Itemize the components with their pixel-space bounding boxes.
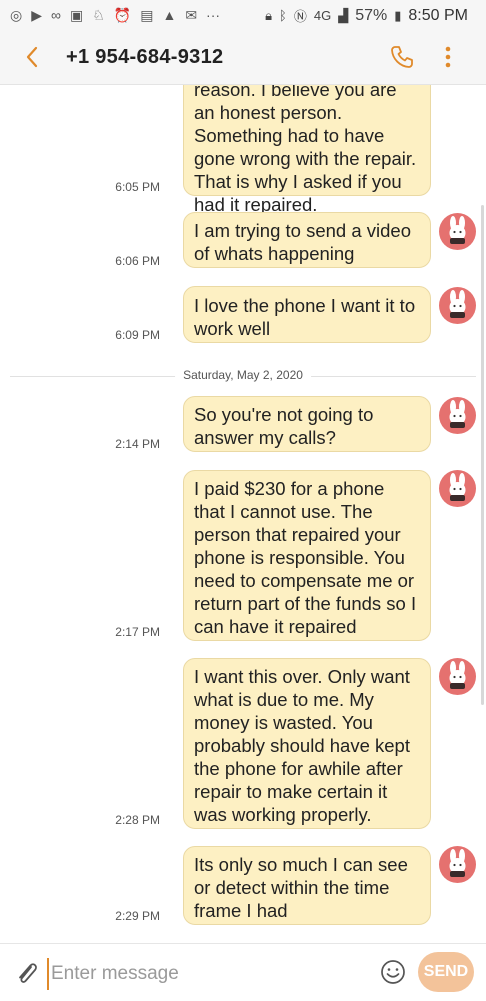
more-options-button[interactable] (440, 43, 456, 71)
message-timestamp: 6:06 PM (115, 254, 160, 268)
message-text: I love the phone I want it to work well (194, 295, 421, 339)
smiley-icon (381, 960, 405, 984)
scrollbar[interactable] (481, 205, 484, 705)
message-text: Its only so much I can see or detect wit… (194, 854, 414, 921)
bunny-avatar-icon (449, 400, 466, 428)
message-timestamp: 2:14 PM (115, 437, 160, 451)
chat-icon: ▣ (69, 7, 84, 23)
voicemail-icon: ∞ (51, 7, 61, 23)
message-bubble[interactable]: I paid $230 for a phone that I cannot us… (183, 470, 431, 641)
avatar[interactable] (439, 397, 476, 434)
conversation-header: +1 954-684-9312 (0, 32, 486, 85)
more-vert-icon (445, 46, 451, 68)
message-timestamp: 6:05 PM (115, 180, 160, 194)
avatar[interactable] (439, 287, 476, 324)
contact-title: +1 954-684-9312 (66, 46, 224, 68)
network-type: 4G (313, 8, 332, 23)
message-bubble[interactable]: reason. I believe you are an honest pers… (183, 85, 431, 215)
youtube-icon: ▶ (31, 7, 42, 23)
battery-icon: ▮ (394, 7, 402, 23)
message-timestamp: 2:17 PM (115, 625, 160, 639)
chevron-left-icon (26, 46, 38, 68)
alarm-clock-icon: ⏰ (113, 7, 132, 23)
bunny-avatar-icon (449, 849, 466, 877)
message-text: reason. I believe you are an honest pers… (194, 85, 421, 215)
bluetooth-icon: ᛒ (279, 8, 287, 23)
call-button[interactable] (388, 43, 416, 71)
warning-icon: ▲ (162, 7, 177, 23)
message-composer (0, 943, 486, 1001)
avatar[interactable] (439, 846, 476, 883)
message-bubble[interactable]: So you're not going to answer my calls? (183, 396, 431, 452)
message-bubble[interactable]: I love the phone I want it to work well (183, 286, 431, 343)
mail-icon: ✉ (185, 7, 198, 23)
lock-icon: 🔒︎ (265, 7, 273, 23)
back-button[interactable] (20, 42, 46, 72)
status-bar: ◎ ▶ ∞ ▣ ♘ ⏰ ▤ ▲ ✉ ··· 🔒︎ ᛒ Ⓝ 4G ▟ 57% ▮ … (0, 0, 486, 32)
message-text: I want this over. Only want what is due … (194, 666, 416, 825)
clock: 8:50 PM (408, 6, 468, 24)
message-thread[interactable]: reason. I believe you are an honest pers… (0, 85, 486, 942)
bunny-avatar-icon (449, 216, 466, 244)
avatar[interactable] (439, 658, 476, 695)
date-separator: Saturday, May 2, 2020 (10, 366, 476, 386)
avatar[interactable] (439, 470, 476, 507)
message-icon: ▤ (140, 7, 154, 23)
nfc-icon: Ⓝ (293, 9, 307, 24)
send-button[interactable]: SEND (418, 952, 474, 992)
signal-icon: ▟ (338, 7, 349, 23)
message-bubble[interactable]: Its only so much I can see or detect wit… (183, 846, 431, 925)
message-text: So you're not going to answer my calls? (194, 404, 379, 448)
message-timestamp: 6:09 PM (115, 328, 160, 342)
alarm-icon: ♘ (92, 7, 105, 23)
phone-icon (391, 46, 413, 68)
battery-level: 57% (355, 6, 388, 24)
date-label: Saturday, May 2, 2020 (175, 368, 311, 382)
status-bar-notifications: ◎ ▶ ∞ ▣ ♘ ⏰ ▤ ▲ ✉ ··· (10, 7, 220, 23)
whatsapp-icon: ◎ (10, 7, 23, 23)
bunny-avatar-icon (449, 473, 466, 501)
paperclip-icon (19, 963, 37, 983)
attach-button[interactable] (14, 958, 40, 988)
message-input[interactable] (47, 958, 373, 990)
message-bubble[interactable]: I am trying to send a video of whats hap… (183, 212, 431, 268)
bunny-avatar-icon (449, 290, 466, 318)
message-text: I paid $230 for a phone that I cannot us… (194, 478, 422, 637)
emoji-button[interactable] (380, 959, 406, 985)
bunny-avatar-icon (449, 661, 466, 689)
message-text: I am trying to send a video of whats hap… (194, 220, 417, 264)
message-bubble[interactable]: I want this over. Only want what is due … (183, 658, 431, 829)
status-bar-system: 🔒︎ ᛒ Ⓝ 4G ▟ 57% ▮ 8:50 PM (265, 6, 468, 25)
message-timestamp: 2:28 PM (115, 813, 160, 827)
message-timestamp: 2:29 PM (115, 909, 160, 923)
more-dots-icon: ··· (206, 7, 221, 23)
avatar[interactable] (439, 213, 476, 250)
